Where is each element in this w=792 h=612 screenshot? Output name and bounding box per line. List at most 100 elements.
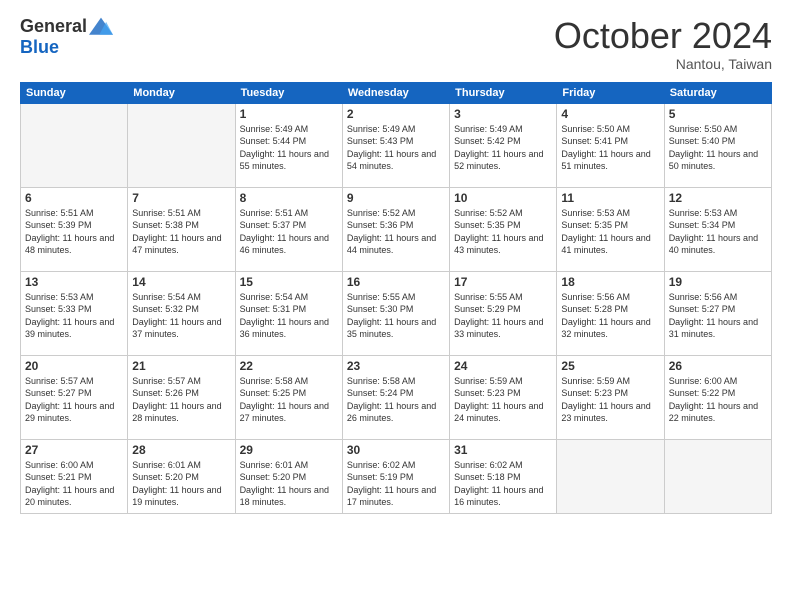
calendar-cell: 27 Sunrise: 6:00 AM Sunset: 5:21 PM Dayli…: [21, 439, 128, 513]
day-info: Sunrise: 5:58 AM Sunset: 5:24 PM Dayligh…: [347, 375, 445, 425]
calendar-cell: 11 Sunrise: 5:53 AM Sunset: 5:35 PM Dayli…: [557, 187, 664, 271]
day-number: 27: [25, 443, 123, 457]
day-number: 22: [240, 359, 338, 373]
month-title: October 2024: [554, 16, 772, 56]
day-info: Sunrise: 5:50 AM Sunset: 5:41 PM Dayligh…: [561, 123, 659, 173]
calendar-cell: 7 Sunrise: 5:51 AM Sunset: 5:38 PM Daylig…: [128, 187, 235, 271]
day-info: Sunrise: 5:53 AM Sunset: 5:35 PM Dayligh…: [561, 207, 659, 257]
calendar-cell: 4 Sunrise: 5:50 AM Sunset: 5:41 PM Daylig…: [557, 103, 664, 187]
day-number: 1: [240, 107, 338, 121]
day-info: Sunrise: 5:58 AM Sunset: 5:25 PM Dayligh…: [240, 375, 338, 425]
logo: General Blue: [20, 16, 113, 58]
calendar-cell: 5 Sunrise: 5:50 AM Sunset: 5:40 PM Daylig…: [664, 103, 771, 187]
day-info: Sunrise: 5:51 AM Sunset: 5:38 PM Dayligh…: [132, 207, 230, 257]
calendar-cell: 8 Sunrise: 5:51 AM Sunset: 5:37 PM Daylig…: [235, 187, 342, 271]
day-info: Sunrise: 6:01 AM Sunset: 5:20 PM Dayligh…: [240, 459, 338, 509]
day-number: 12: [669, 191, 767, 205]
calendar-cell: 31Sunrise: 6:02 AM Sunset: 5:18 PM Dayli…: [450, 439, 557, 513]
calendar-cell: 17 Sunrise: 5:55 AM Sunset: 5:29 PM Dayli…: [450, 271, 557, 355]
day-info: Sunrise: 5:55 AM Sunset: 5:29 PM Dayligh…: [454, 291, 552, 341]
calendar-cell: 14 Sunrise: 5:54 AM Sunset: 5:32 PM Dayli…: [128, 271, 235, 355]
day-info: Sunrise: 5:51 AM Sunset: 5:37 PM Dayligh…: [240, 207, 338, 257]
day-info: Sunrise: 5:59 AM Sunset: 5:23 PM Dayligh…: [454, 375, 552, 425]
day-number: 26: [669, 359, 767, 373]
logo-icon: [89, 17, 113, 37]
day-number: 9: [347, 191, 445, 205]
col-wednesday: Wednesday: [342, 82, 449, 103]
calendar-cell: 10Sunrise: 5:52 AM Sunset: 5:35 PM Dayli…: [450, 187, 557, 271]
day-number: 15: [240, 275, 338, 289]
calendar-cell: 12 Sunrise: 5:53 AM Sunset: 5:34 PM Dayli…: [664, 187, 771, 271]
day-number: 3: [454, 107, 552, 121]
day-info: Sunrise: 5:59 AM Sunset: 5:23 PM Dayligh…: [561, 375, 659, 425]
day-info: Sunrise: 5:53 AM Sunset: 5:34 PM Dayligh…: [669, 207, 767, 257]
calendar-cell: 16Sunrise: 5:55 AM Sunset: 5:30 PM Dayli…: [342, 271, 449, 355]
calendar-cell: 30Sunrise: 6:02 AM Sunset: 5:19 PM Dayli…: [342, 439, 449, 513]
calendar-cell: 2 Sunrise: 5:49 AM Sunset: 5:43 PM Daylig…: [342, 103, 449, 187]
title-block: October 2024 Nantou, Taiwan: [554, 16, 772, 72]
calendar-table: Sunday Monday Tuesday Wednesday Thursday…: [20, 82, 772, 514]
day-info: Sunrise: 5:54 AM Sunset: 5:32 PM Dayligh…: [132, 291, 230, 341]
day-info: Sunrise: 6:00 AM Sunset: 5:22 PM Dayligh…: [669, 375, 767, 425]
col-thursday: Thursday: [450, 82, 557, 103]
day-info: Sunrise: 5:56 AM Sunset: 5:27 PM Dayligh…: [669, 291, 767, 341]
calendar-cell: 1 Sunrise: 5:49 AM Sunset: 5:44 PM Daylig…: [235, 103, 342, 187]
day-number: 20: [25, 359, 123, 373]
day-number: 11: [561, 191, 659, 205]
day-info: Sunrise: 5:56 AM Sunset: 5:28 PM Dayligh…: [561, 291, 659, 341]
logo-general-text: General: [20, 16, 87, 37]
calendar-week-1: 1 Sunrise: 5:49 AM Sunset: 5:44 PM Daylig…: [21, 103, 772, 187]
day-number: 21: [132, 359, 230, 373]
day-info: Sunrise: 5:53 AM Sunset: 5:33 PM Dayligh…: [25, 291, 123, 341]
day-number: 30: [347, 443, 445, 457]
calendar-cell: 3Sunrise: 5:49 AM Sunset: 5:42 PM Daylig…: [450, 103, 557, 187]
calendar-body: 1 Sunrise: 5:49 AM Sunset: 5:44 PM Daylig…: [21, 103, 772, 513]
calendar-week-3: 13 Sunrise: 5:53 AM Sunset: 5:33 PM Dayli…: [21, 271, 772, 355]
calendar-cell: [128, 103, 235, 187]
calendar-cell: 19 Sunrise: 5:56 AM Sunset: 5:27 PM Dayli…: [664, 271, 771, 355]
calendar-cell: [21, 103, 128, 187]
calendar-cell: 13 Sunrise: 5:53 AM Sunset: 5:33 PM Dayli…: [21, 271, 128, 355]
calendar-cell: 15 Sunrise: 5:54 AM Sunset: 5:31 PM Dayli…: [235, 271, 342, 355]
day-number: 5: [669, 107, 767, 121]
day-number: 16: [347, 275, 445, 289]
day-number: 17: [454, 275, 552, 289]
day-info: Sunrise: 5:49 AM Sunset: 5:43 PM Dayligh…: [347, 123, 445, 173]
header-row: Sunday Monday Tuesday Wednesday Thursday…: [21, 82, 772, 103]
calendar-cell: 6Sunrise: 5:51 AM Sunset: 5:39 PM Daylig…: [21, 187, 128, 271]
day-info: Sunrise: 5:49 AM Sunset: 5:44 PM Dayligh…: [240, 123, 338, 173]
header: General Blue October 2024 Nantou, Taiwan: [20, 16, 772, 72]
day-number: 8: [240, 191, 338, 205]
day-info: Sunrise: 5:52 AM Sunset: 5:35 PM Dayligh…: [454, 207, 552, 257]
calendar-cell: 23Sunrise: 5:58 AM Sunset: 5:24 PM Dayli…: [342, 355, 449, 439]
day-info: Sunrise: 5:54 AM Sunset: 5:31 PM Dayligh…: [240, 291, 338, 341]
day-number: 25: [561, 359, 659, 373]
day-number: 13: [25, 275, 123, 289]
calendar-cell: [664, 439, 771, 513]
location-subtitle: Nantou, Taiwan: [554, 56, 772, 72]
day-info: Sunrise: 6:01 AM Sunset: 5:20 PM Dayligh…: [132, 459, 230, 509]
day-info: Sunrise: 5:50 AM Sunset: 5:40 PM Dayligh…: [669, 123, 767, 173]
calendar-cell: 18Sunrise: 5:56 AM Sunset: 5:28 PM Dayli…: [557, 271, 664, 355]
calendar-cell: 21Sunrise: 5:57 AM Sunset: 5:26 PM Dayli…: [128, 355, 235, 439]
col-tuesday: Tuesday: [235, 82, 342, 103]
logo-blue-text: Blue: [20, 37, 59, 58]
day-number: 7: [132, 191, 230, 205]
calendar-cell: 22 Sunrise: 5:58 AM Sunset: 5:25 PM Dayli…: [235, 355, 342, 439]
calendar-week-2: 6Sunrise: 5:51 AM Sunset: 5:39 PM Daylig…: [21, 187, 772, 271]
calendar-cell: 24Sunrise: 5:59 AM Sunset: 5:23 PM Dayli…: [450, 355, 557, 439]
calendar-cell: 26 Sunrise: 6:00 AM Sunset: 5:22 PM Dayli…: [664, 355, 771, 439]
day-info: Sunrise: 6:00 AM Sunset: 5:21 PM Dayligh…: [25, 459, 123, 509]
calendar-cell: 28 Sunrise: 6:01 AM Sunset: 5:20 PM Dayli…: [128, 439, 235, 513]
day-number: 14: [132, 275, 230, 289]
col-friday: Friday: [557, 82, 664, 103]
day-number: 19: [669, 275, 767, 289]
day-number: 28: [132, 443, 230, 457]
day-number: 29: [240, 443, 338, 457]
calendar-cell: 25 Sunrise: 5:59 AM Sunset: 5:23 PM Dayli…: [557, 355, 664, 439]
day-number: 4: [561, 107, 659, 121]
day-number: 2: [347, 107, 445, 121]
day-number: 31: [454, 443, 552, 457]
calendar-cell: 29 Sunrise: 6:01 AM Sunset: 5:20 PM Dayli…: [235, 439, 342, 513]
day-info: Sunrise: 5:57 AM Sunset: 5:27 PM Dayligh…: [25, 375, 123, 425]
